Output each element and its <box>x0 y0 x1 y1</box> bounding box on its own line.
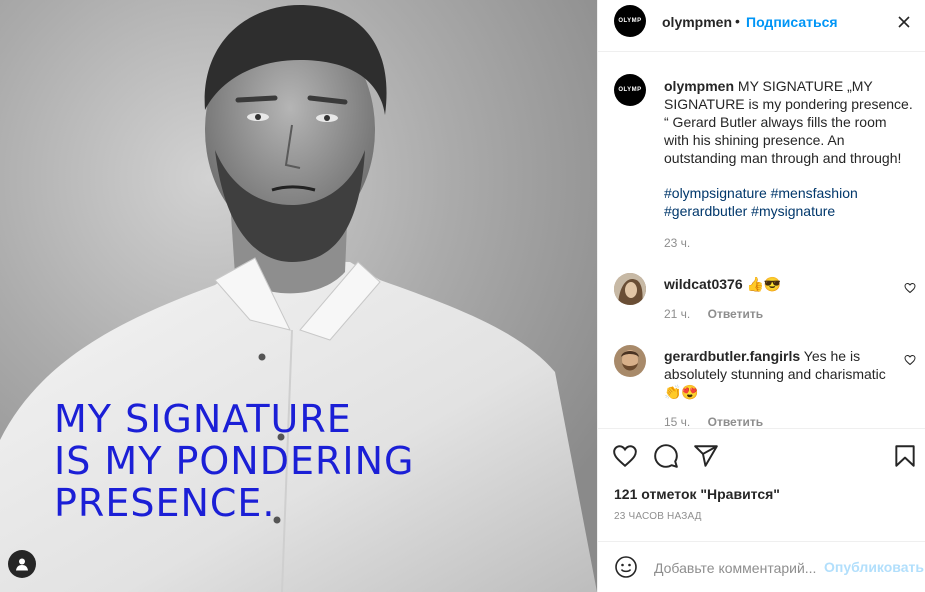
avatar[interactable]: OLYMP <box>614 5 646 37</box>
avatar-image <box>614 345 646 377</box>
comment-avatar[interactable] <box>614 345 646 377</box>
caption-avatar[interactable]: OLYMP <box>614 74 646 106</box>
share-icon[interactable] <box>693 443 719 469</box>
post-side-panel: OLYMP olympmen • Подписаться OLYMP olymp… <box>597 0 925 592</box>
post-actions: 121 отметок "Нравится" 23 ЧАСОВ НАЗАД <box>598 428 925 543</box>
follow-button[interactable]: Подписаться <box>746 14 838 30</box>
logo-text: OLYMP <box>618 87 642 93</box>
caption-hashtags[interactable]: #olympsignature #mensfashion #gerardbutl… <box>664 184 914 220</box>
logo-text: OLYMP <box>618 18 642 24</box>
comment-username[interactable]: wildcat0376 <box>664 276 743 292</box>
publish-button[interactable]: Опубликовать <box>824 559 924 575</box>
comment-username[interactable]: gerardbutler.fangirls <box>664 348 800 364</box>
comment-avatar[interactable] <box>614 273 646 305</box>
header-username[interactable]: olympmen <box>662 14 732 30</box>
comment-like-heart-icon[interactable] <box>904 282 916 294</box>
user-tag-icon <box>16 558 28 571</box>
caption-text: olympmen MY SIGNATURE „MY SIGNATURE is m… <box>664 77 914 167</box>
caption-time: 23 ч. <box>664 236 691 250</box>
photo-overlay-text: MY SIGNATURE IS MY PONDERING PRESENCE. <box>54 398 415 524</box>
emoji-icon[interactable] <box>614 555 638 579</box>
more-options-icon[interactable] <box>895 10 913 34</box>
add-comment-bar: Опубликовать <box>598 541 925 592</box>
overlay-line-2: IS MY PONDERING <box>54 439 415 483</box>
comments-section[interactable]: OLYMP olympmen MY SIGNATURE „MY SIGNATUR… <box>598 53 925 428</box>
comment-time: 21 ч. <box>664 307 691 321</box>
reply-button[interactable]: Ответить <box>708 307 763 321</box>
comment-like-heart-icon[interactable] <box>904 354 916 366</box>
comment-meta: 21 ч. Ответить <box>664 307 777 321</box>
comment-time: 15 ч. <box>664 415 691 428</box>
reply-button[interactable]: Ответить <box>708 415 763 428</box>
comment-input[interactable] <box>654 558 816 578</box>
user-tag-button[interactable] <box>8 550 36 578</box>
post-header: OLYMP olympmen • Подписаться <box>598 0 925 52</box>
comment-body: 👍😎 <box>742 276 782 292</box>
post-timestamp: 23 ЧАСОВ НАЗАД <box>614 511 702 522</box>
bookmark-icon[interactable] <box>892 443 918 469</box>
separator-dot: • <box>735 13 740 29</box>
post-photo[interactable]: MY SIGNATURE IS MY PONDERING PRESENCE. <box>0 0 597 592</box>
likes-count[interactable]: 121 отметок "Нравится" <box>614 486 780 502</box>
overlay-line-1: MY SIGNATURE <box>54 397 352 441</box>
overlay-line-3: PRESENCE. <box>54 481 276 525</box>
avatar-image <box>614 273 646 305</box>
comment-text: gerardbutler.fangirls Yes he is absolute… <box>664 347 896 401</box>
comment-meta: 15 ч. Ответить <box>664 415 777 428</box>
comment-icon[interactable] <box>653 443 679 469</box>
comment-text: wildcat0376 👍😎 <box>664 275 896 293</box>
caption-username[interactable]: olympmen <box>664 78 734 94</box>
heart-icon[interactable] <box>612 443 638 469</box>
